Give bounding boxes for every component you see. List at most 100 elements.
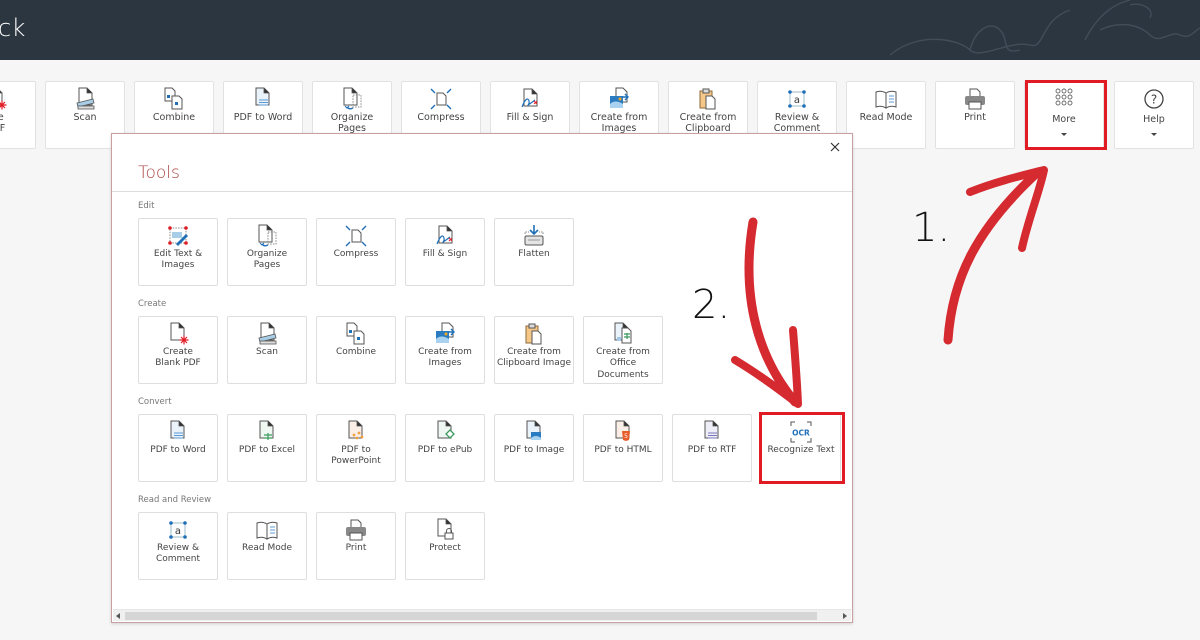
- tool-label: PDF to RTF: [687, 445, 737, 455]
- ribbon-button-label: atePDF: [0, 112, 6, 134]
- review-comment-icon: a: [788, 90, 806, 108]
- compress-icon: [345, 225, 367, 247]
- ribbon-button-print[interactable]: Print: [935, 81, 1015, 149]
- office-documents-icon: [614, 322, 632, 344]
- step-1-label: 1.: [912, 205, 951, 251]
- scrollbar-thumb[interactable]: [125, 612, 817, 620]
- edit-text-images-icon: [168, 226, 188, 246]
- tool-pdf-to-epub[interactable]: PDF to ePub: [405, 414, 485, 482]
- svg-text:OCR: OCR: [792, 429, 810, 438]
- tool-pdf-to-html[interactable]: 5 PDF to HTML: [583, 414, 663, 482]
- svg-text:a: a: [794, 95, 800, 106]
- print-icon: [346, 519, 366, 541]
- pdf-to-epub-icon: [437, 420, 455, 439]
- ribbon-button-help[interactable]: ? Help: [1114, 81, 1194, 149]
- scroll-right-icon[interactable]: [843, 613, 847, 619]
- tool-read-mode[interactable]: Read Mode: [227, 512, 307, 580]
- ribbon-button-label: Organize Pages: [330, 112, 374, 134]
- pdf-to-excel-icon: [259, 420, 274, 440]
- ribbon-button-more-grid[interactable]: More: [1024, 81, 1104, 149]
- tool-label: Create from Images: [418, 347, 472, 369]
- tools-dialog: Tools Edit Edit Text & Images Organize Pages…: [111, 133, 853, 623]
- read-mode-icon: [875, 90, 897, 109]
- tool-label: Combine: [335, 347, 376, 357]
- print-icon: [965, 88, 985, 110]
- ribbon-button-label: PDF to Word: [233, 112, 293, 123]
- close-icon[interactable]: [828, 140, 842, 154]
- ribbon-button-label: Fill & Sign: [506, 112, 554, 123]
- dialog-title: Tools: [138, 163, 180, 183]
- fill-sign-icon: [436, 225, 453, 245]
- tool-combine[interactable]: Combine: [316, 316, 396, 384]
- tool-pdf-to-excel[interactable]: PDF to Excel: [227, 414, 307, 482]
- tool-label: Fill & Sign: [422, 249, 468, 259]
- compress-icon: [430, 88, 452, 110]
- tool-review-comment[interactable]: a Review & Comment: [138, 512, 218, 580]
- help-icon: ?: [1144, 89, 1164, 109]
- tool-label: PDF to ePub: [417, 445, 473, 455]
- section-label-edit: Edit: [138, 201, 155, 211]
- ribbon-button-label: Compress: [417, 112, 465, 123]
- pdf-to-image-icon: [526, 420, 541, 440]
- tool-label: Edit Text & Images: [153, 249, 203, 271]
- svg-text:?: ?: [1151, 93, 1157, 107]
- scan-icon: [76, 87, 95, 110]
- tool-clipboard[interactable]: Create from Clipboard Image: [494, 316, 574, 384]
- tool-organize-pages[interactable]: Organize Pages: [227, 218, 307, 286]
- organize-pages-icon: [258, 224, 277, 247]
- tool-protect[interactable]: Protect: [405, 512, 485, 580]
- tool-pdf-to-rtf[interactable]: PDF to RTF: [672, 414, 752, 482]
- section-label-create: Create: [138, 299, 167, 309]
- title-bar: ck: [0, 0, 1200, 60]
- organize-pages-icon: [343, 87, 362, 110]
- tool-label: Scan: [256, 347, 278, 357]
- svg-text:5: 5: [624, 433, 628, 440]
- tool-compress[interactable]: Compress: [316, 218, 396, 286]
- step-2-label: 2.: [692, 282, 731, 328]
- ribbon-button-read-mode[interactable]: Read Mode: [846, 81, 926, 149]
- tool-edit-text-images[interactable]: Edit Text & Images: [138, 218, 218, 286]
- tool-create-blank-pdf[interactable]: Create Blank PDF: [138, 316, 218, 384]
- tool-label: PDF to Excel: [238, 445, 296, 455]
- chevron-down-icon: [1061, 133, 1067, 136]
- more-grid-icon: [1055, 88, 1073, 106]
- pdf-to-word-icon: [170, 420, 185, 439]
- ribbon-button-label: Read Mode: [859, 112, 913, 123]
- ocr-icon: OCR: [790, 421, 812, 443]
- scroll-left-icon[interactable]: [116, 613, 120, 619]
- create-blank-pdf-icon: [0, 90, 7, 110]
- tool-label: Recognize Text: [767, 445, 835, 455]
- tool-pdf-to-image[interactable]: PDF to Image: [494, 414, 574, 482]
- tool-label: Protect: [429, 543, 461, 553]
- tool-create-from-images[interactable]: Create from Images: [405, 316, 485, 384]
- horizontal-scrollbar[interactable]: [113, 609, 851, 621]
- create-blank-pdf-icon: [170, 322, 189, 345]
- tool-ocr[interactable]: OCR Recognize Text: [761, 414, 841, 482]
- pdf-to-rtf-icon: [704, 420, 719, 439]
- tool-fill-sign[interactable]: Fill & Sign: [405, 218, 485, 286]
- ribbon-button-label: Combine: [152, 112, 196, 123]
- tool-label: Compress: [333, 249, 379, 259]
- arrow-1-icon: [943, 166, 1048, 345]
- tool-pdf-to-powerpoint[interactable]: PDF to PowerPoint: [316, 414, 396, 482]
- fill-sign-icon: [521, 88, 538, 108]
- clipboard-icon: [699, 88, 716, 110]
- ribbon-button-create-blank-pdf[interactable]: atePDF: [0, 81, 36, 149]
- tool-label: Create Blank PDF: [155, 347, 201, 369]
- tool-scan[interactable]: Scan: [227, 316, 307, 384]
- signature-decoration: [889, 0, 1200, 56]
- window-title: ck: [0, 14, 26, 42]
- section-label-convert: Convert: [138, 397, 172, 407]
- tool-print[interactable]: Print: [316, 512, 396, 580]
- section-label-read-and-review: Read and Review: [138, 495, 212, 505]
- tool-label: Flatten: [518, 249, 550, 259]
- create-from-images-icon: [436, 322, 455, 343]
- tool-flatten[interactable]: Flatten: [494, 218, 574, 286]
- tool-office-documents[interactable]: Create from Office Documents: [583, 316, 663, 384]
- combine-icon: [164, 87, 183, 110]
- pdf-to-word-icon: [255, 87, 270, 106]
- review-comment-icon: a: [169, 521, 187, 539]
- tool-pdf-to-word[interactable]: PDF to Word: [138, 414, 218, 482]
- tool-label: Create from Clipboard Image: [496, 347, 572, 369]
- pdf-to-powerpoint-icon: [348, 420, 364, 440]
